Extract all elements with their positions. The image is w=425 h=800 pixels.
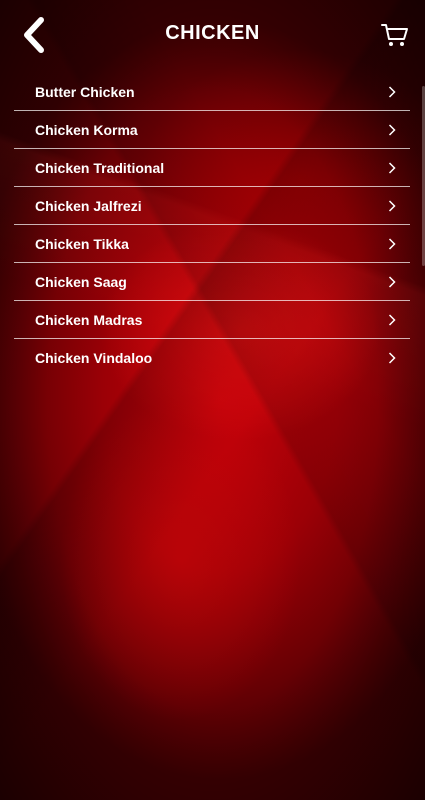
menu-item-chicken-vindaloo[interactable]: Chicken Vindaloo bbox=[14, 339, 410, 376]
menu-list: Butter Chicken Chicken Korma Chicken Tra… bbox=[14, 73, 410, 376]
menu-item-label: Chicken Traditional bbox=[35, 159, 165, 176]
menu-item-label: Chicken Tikka bbox=[35, 235, 129, 252]
menu-item-chicken-tikka[interactable]: Chicken Tikka bbox=[14, 225, 410, 263]
menu-item-chicken-madras[interactable]: Chicken Madras bbox=[14, 301, 410, 339]
chevron-right-icon bbox=[388, 161, 396, 174]
chevron-right-icon bbox=[388, 199, 396, 212]
menu-item-label: Chicken Jalfrezi bbox=[35, 197, 142, 214]
menu-item-label: Chicken Vindaloo bbox=[35, 349, 153, 366]
app-header: CHICKEN bbox=[0, 0, 425, 70]
menu-item-label: Butter Chicken bbox=[35, 83, 135, 100]
cart-icon bbox=[381, 24, 408, 46]
menu-item-label: Chicken Saag bbox=[35, 273, 127, 290]
chevron-right-icon bbox=[388, 275, 396, 288]
chevron-right-icon bbox=[388, 237, 396, 250]
chevron-right-icon bbox=[388, 123, 396, 136]
page-title: CHICKEN bbox=[165, 22, 260, 44]
menu-item-label: Chicken Korma bbox=[35, 121, 138, 138]
chevron-right-icon bbox=[388, 351, 396, 364]
cart-button[interactable] bbox=[381, 22, 409, 48]
menu-item-label: Chicken Madras bbox=[35, 311, 143, 328]
menu-item-chicken-traditional[interactable]: Chicken Traditional bbox=[14, 149, 410, 187]
chevron-right-icon bbox=[388, 313, 396, 326]
menu-item-butter-chicken[interactable]: Butter Chicken bbox=[14, 73, 410, 111]
menu-item-chicken-jalfrezi[interactable]: Chicken Jalfrezi bbox=[14, 187, 410, 225]
menu-item-chicken-saag[interactable]: Chicken Saag bbox=[14, 263, 410, 301]
chevron-right-icon bbox=[388, 85, 396, 98]
menu-item-chicken-korma[interactable]: Chicken Korma bbox=[14, 111, 410, 149]
